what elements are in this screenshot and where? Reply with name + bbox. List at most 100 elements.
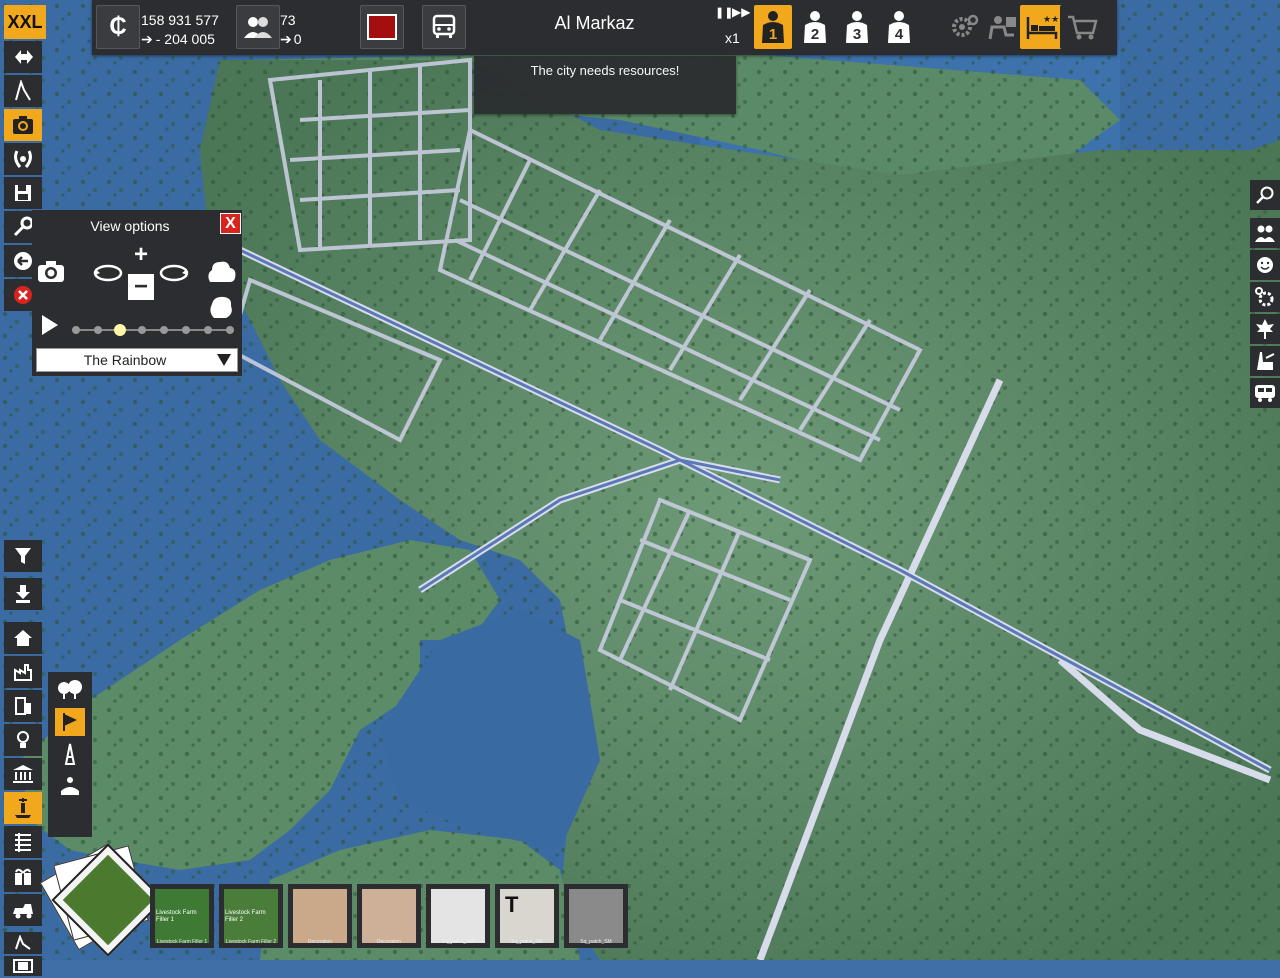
zoom-in-button[interactable]: + xyxy=(128,241,154,268)
plus-icon: + xyxy=(133,241,148,268)
camera-button[interactable] xyxy=(4,109,42,141)
rotate-right-button[interactable] xyxy=(158,260,190,289)
offices-button[interactable] xyxy=(4,690,42,722)
slider-stop[interactable] xyxy=(226,326,234,334)
film-icon xyxy=(13,959,33,973)
hotel-button[interactable]: ★★ xyxy=(1020,5,1064,49)
card-deck[interactable] xyxy=(39,840,165,960)
notification-text: The city needs resources! xyxy=(530,63,680,78)
services-view-button[interactable] xyxy=(1250,282,1280,312)
nature-view-button[interactable] xyxy=(1250,314,1280,344)
road-tool-button[interactable] xyxy=(4,932,42,954)
level-4-button[interactable]: 4 xyxy=(880,5,918,49)
close-button[interactable]: X xyxy=(220,213,241,234)
save-icon xyxy=(15,185,31,201)
rotate-right-icon xyxy=(159,264,189,282)
slider-stop[interactable] xyxy=(160,326,168,334)
slider-stop[interactable] xyxy=(138,326,146,334)
laurel-icon xyxy=(14,150,32,168)
government-button[interactable] xyxy=(4,758,42,790)
industry-view-button[interactable] xyxy=(1250,346,1280,376)
pause-button[interactable]: ❚❚ xyxy=(715,6,733,19)
level-3-button[interactable]: 3 xyxy=(838,5,876,49)
fountains-button[interactable] xyxy=(55,772,85,800)
education-icon xyxy=(17,731,29,748)
fast-forward-button[interactable]: ▶▶ xyxy=(732,5,750,19)
search-icon xyxy=(1256,186,1274,204)
level-1-button[interactable]: 1 xyxy=(754,5,792,49)
camera-icon xyxy=(13,116,33,134)
xxl-badge[interactable]: XXL xyxy=(4,5,46,39)
move-icon xyxy=(15,50,33,64)
slider-stop[interactable] xyxy=(72,326,80,334)
move-button[interactable] xyxy=(4,41,42,73)
level-label: 3 xyxy=(852,26,862,43)
transport-view-button[interactable] xyxy=(1250,378,1280,408)
style-select[interactable]: The Rainbow xyxy=(36,348,238,372)
vehicles-button[interactable] xyxy=(4,894,42,926)
pause-icon: ❚❚ xyxy=(715,7,734,19)
slider-stop[interactable] xyxy=(182,326,190,334)
list-icon xyxy=(15,833,31,852)
slider-stop[interactable] xyxy=(114,324,126,336)
flags-button[interactable] xyxy=(55,708,85,736)
filter-button[interactable] xyxy=(4,540,42,572)
education-button[interactable] xyxy=(4,724,42,756)
download-button[interactable] xyxy=(4,578,42,610)
subcategory-bar xyxy=(48,672,92,837)
slider-stop[interactable] xyxy=(204,326,212,334)
item-card[interactable]: Decoration xyxy=(288,884,352,948)
trees-button[interactable] xyxy=(55,676,85,704)
residential-button[interactable] xyxy=(4,622,42,654)
item-card[interactable]: Sq_patch_SM xyxy=(426,884,490,948)
gifts-button[interactable] xyxy=(4,860,42,892)
level-2-button[interactable]: 2 xyxy=(796,5,834,49)
transport-button[interactable] xyxy=(422,5,466,49)
decoration-icon xyxy=(15,798,31,818)
happiness-view-button[interactable] xyxy=(1250,250,1280,280)
clouds-button[interactable] xyxy=(204,256,238,291)
industrial-button[interactable] xyxy=(4,656,42,688)
industry-icon xyxy=(1257,352,1275,370)
work-button[interactable] xyxy=(980,5,1024,49)
save-button[interactable] xyxy=(4,177,42,209)
film-button[interactable] xyxy=(4,956,42,976)
population-icon xyxy=(236,5,280,49)
level-label: 4 xyxy=(894,26,904,43)
list-button[interactable] xyxy=(4,826,42,858)
screenshot-button[interactable] xyxy=(36,258,66,289)
card-title: T xyxy=(505,892,519,917)
camera-icon xyxy=(38,261,64,282)
card-title: Livestock Farm Filler 1 xyxy=(156,910,197,923)
flag-icon xyxy=(63,713,77,731)
shop-cart-icon xyxy=(1068,15,1098,40)
shop-button[interactable] xyxy=(1060,5,1104,49)
city-map[interactable] xyxy=(0,0,1280,960)
item-card[interactable]: T Sq_patch_SM xyxy=(495,884,559,948)
speed-indicator: x1 xyxy=(725,30,740,46)
zoom-out-button[interactable]: − xyxy=(128,273,154,300)
slider-stop[interactable] xyxy=(94,326,102,334)
stop-button[interactable] xyxy=(360,5,404,49)
item-card[interactable]: Livestock Farm Filler 1 Livestock Farm Fi… xyxy=(150,884,214,948)
time-slider[interactable] xyxy=(70,320,238,340)
office-icon xyxy=(15,697,31,715)
road-tool-button[interactable] xyxy=(4,75,42,107)
fountain-icon xyxy=(61,777,79,795)
item-card[interactable]: Sq_patch_SM xyxy=(564,884,628,948)
category-bar xyxy=(4,540,42,978)
search-button[interactable] xyxy=(1250,180,1280,210)
gift-icon xyxy=(15,868,31,885)
play-button[interactable] xyxy=(36,312,62,338)
item-card[interactable]: Decoration xyxy=(357,884,421,948)
population-view-button[interactable] xyxy=(1250,218,1280,248)
monuments-button[interactable] xyxy=(55,740,85,768)
item-card[interactable]: Livestock Farm Filler 2 Livestock Farm Fi… xyxy=(219,884,283,948)
money-icon: ₵ xyxy=(96,5,140,49)
chevron-down-icon xyxy=(217,354,231,366)
decoration-button[interactable] xyxy=(4,792,42,824)
rotate-left-button[interactable] xyxy=(92,260,124,289)
fast-forward-icon: ▶▶ xyxy=(732,5,751,19)
government-icon xyxy=(13,765,33,783)
achievements-button[interactable] xyxy=(4,143,42,175)
